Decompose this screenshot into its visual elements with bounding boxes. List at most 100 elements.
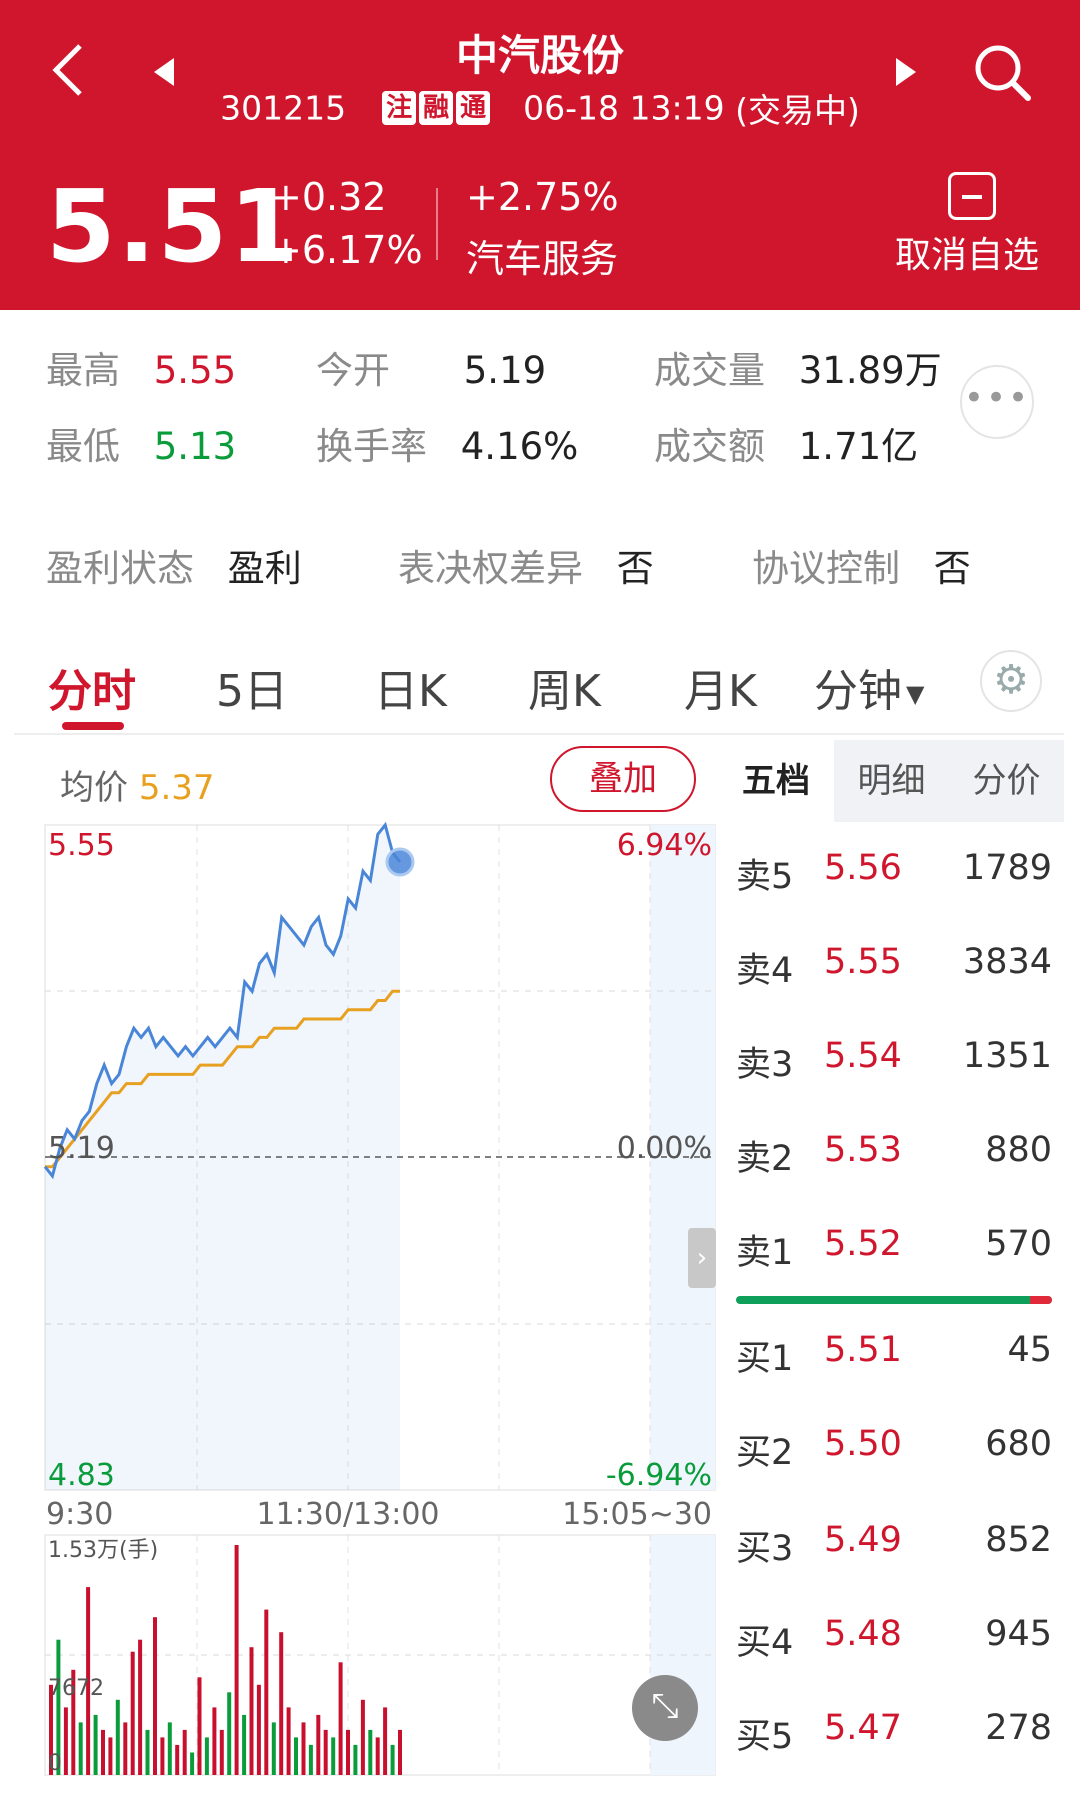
level-label: 买2 (736, 1433, 794, 1473)
remove-favorite-icon[interactable] (948, 172, 996, 220)
volume-bar (271, 1722, 276, 1775)
collapse-orderbook-icon[interactable]: › (688, 1228, 716, 1288)
vol-label-mid: 7672 (48, 1676, 104, 1701)
volume-bar (227, 1692, 232, 1775)
tab-five-levels[interactable]: 五档 (718, 740, 834, 822)
volume-bar (331, 1737, 336, 1775)
next-stock-icon[interactable] (890, 52, 930, 92)
level-label: 买1 (736, 1339, 794, 1379)
tab-detail[interactable]: 明细 (834, 740, 949, 822)
volume-bar (153, 1617, 157, 1775)
buy-sell-ratio-bar (736, 1296, 1052, 1304)
level-price: 5.56 (824, 848, 902, 888)
volume-bar (234, 1545, 239, 1775)
sell-level-3[interactable]: 卖3 5.54 1351 (736, 1036, 1052, 1096)
trading-status: (交易中) (735, 91, 860, 130)
buy-level-1[interactable]: 买1 5.51 45 (736, 1330, 1052, 1390)
x-tick-start: 9:30 (46, 1497, 113, 1532)
volume-bar (353, 1744, 358, 1775)
level-label: 卖4 (736, 951, 794, 991)
sell-level-5[interactable]: 卖5 5.56 1789 (736, 848, 1052, 908)
level-volume: 278 (985, 1708, 1052, 1748)
volume-bar (93, 1714, 98, 1775)
volume-bar (123, 1722, 128, 1775)
y-label-mid: 5.19 (48, 1131, 115, 1166)
volume-bar (368, 1729, 373, 1775)
volume-bar (242, 1714, 247, 1775)
volume-bar (375, 1737, 380, 1775)
sell-level-4[interactable]: 卖4 5.55 3834 (736, 942, 1052, 1002)
volume-bar (398, 1729, 402, 1775)
remove-favorite-button[interactable]: 取消自选 (895, 226, 1039, 278)
volume-bar (212, 1707, 217, 1775)
level-volume: 1351 (962, 1036, 1052, 1076)
volume-bar (204, 1737, 209, 1775)
level-label: 卖3 (736, 1045, 794, 1085)
volume-bar (301, 1722, 306, 1775)
volume-bar (190, 1752, 195, 1775)
volume-bar (138, 1639, 143, 1775)
level-volume: 3834 (962, 942, 1052, 982)
vol-label-zero: 0 (48, 1751, 62, 1776)
level-volume: 680 (985, 1424, 1052, 1464)
volume-bar (308, 1744, 313, 1775)
gear-icon[interactable]: ⚙ (980, 650, 1042, 712)
volume-bar (256, 1684, 261, 1775)
level-price: 5.52 (824, 1224, 902, 1264)
pct-label-mid: 0.00% (617, 1131, 712, 1166)
volume-bar (279, 1632, 284, 1775)
volume-bar (249, 1647, 254, 1775)
volume-bar (182, 1729, 187, 1775)
sell-level-1[interactable]: 卖1 5.52 570 (736, 1224, 1052, 1284)
buy-level-5[interactable]: 买5 5.47 278 (736, 1708, 1052, 1768)
pct-label-bottom: -6.94% (606, 1458, 712, 1493)
volume-bar (167, 1722, 172, 1775)
level-label: 卖5 (736, 857, 794, 897)
volume-bar (115, 1699, 120, 1775)
vol-label-top: 1.53万(手) (48, 1538, 158, 1563)
level-price: 5.51 (824, 1330, 902, 1370)
level-label: 卖2 (736, 1139, 794, 1179)
volume-bar (145, 1729, 150, 1775)
volume-bar (383, 1707, 388, 1775)
volume-bar (286, 1707, 291, 1775)
search-icon[interactable] (970, 40, 1040, 110)
level-volume: 852 (985, 1520, 1052, 1560)
tab-minute[interactable]: 分钟 ▼ (814, 655, 924, 719)
volume-bar (390, 1744, 395, 1775)
buy-level-3[interactable]: 买3 5.49 852 (736, 1520, 1052, 1580)
volume-bar (219, 1729, 224, 1775)
volume-bar (108, 1737, 113, 1775)
volume-bar (130, 1651, 135, 1775)
y-label-bottom: 4.83 (48, 1458, 115, 1493)
more-stats-icon[interactable]: ••• (960, 365, 1034, 439)
level-label: 买3 (736, 1529, 794, 1569)
level-volume: 570 (985, 1224, 1052, 1264)
level-volume: 880 (985, 1130, 1052, 1170)
tab-price-distribution[interactable]: 分价 (949, 740, 1064, 822)
volume-bar (160, 1737, 165, 1775)
level-price: 5.53 (824, 1130, 902, 1170)
chevron-down-icon: ▼ (906, 680, 925, 708)
volume-bar (63, 1707, 68, 1775)
volume-bar (197, 1677, 202, 1775)
sell-level-2[interactable]: 卖2 5.53 880 (736, 1130, 1052, 1190)
stat-vie: 协议控制 否 (752, 547, 971, 590)
pct-label-top: 6.94% (617, 828, 712, 863)
volume-bar (323, 1729, 328, 1775)
y-label-top: 5.55 (48, 828, 115, 863)
volume-bar (316, 1714, 321, 1775)
volume-bar (175, 1744, 180, 1775)
level-label: 买5 (736, 1717, 794, 1757)
buy-level-4[interactable]: 买4 5.48 945 (736, 1614, 1052, 1674)
intraday-chart[interactable]: 5.55 5.19 4.83 6.94% 0.00% -6.94% 9:30 1… (0, 0, 720, 1799)
volume-bar (346, 1729, 350, 1775)
level-volume: 1789 (962, 848, 1052, 888)
fullscreen-icon[interactable]: ⤡ (632, 1675, 698, 1741)
level-label: 买4 (736, 1623, 794, 1663)
volume-bars (49, 1545, 402, 1775)
level-price: 5.48 (824, 1614, 902, 1654)
level-volume: 45 (1007, 1330, 1052, 1370)
volume-bar (264, 1609, 269, 1775)
buy-level-2[interactable]: 买2 5.50 680 (736, 1424, 1052, 1484)
